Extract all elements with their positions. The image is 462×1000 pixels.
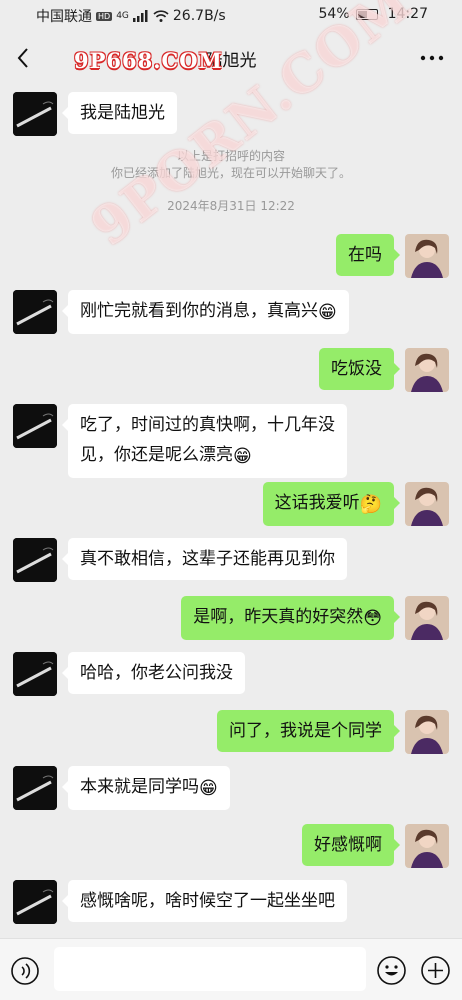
signal-icon (132, 10, 148, 22)
my-avatar[interactable] (405, 824, 449, 868)
received-message[interactable]: 我是陆旭光 (62, 92, 177, 134)
message-text: 这话我爱听 (274, 493, 360, 513)
clock: 14:27 (387, 6, 428, 22)
grin-emoji-icon: 😁 (199, 778, 218, 799)
message-text-line-1: 吃了，时间过的真快啊，十几年没 (80, 415, 335, 435)
message-text: 问了，我说是个同学 (229, 721, 382, 741)
contact-avatar[interactable] (13, 766, 57, 810)
message-text: 真不敢相信，这辈子还能再见到你 (80, 549, 335, 569)
contact-avatar[interactable] (13, 538, 57, 582)
message-text: 吃饭没 (331, 359, 382, 379)
message-text: 好感慨啊 (314, 835, 382, 855)
contact-avatar[interactable] (13, 404, 57, 448)
chat-area[interactable]: 我是陆旭光 以上是打招呼的内容 你已经添加了陆旭光，现在可以开始聊天了。 202… (0, 86, 462, 938)
plus-icon[interactable] (420, 955, 451, 986)
sent-message[interactable]: 问了，我说是个同学 (217, 710, 400, 752)
my-avatar[interactable] (405, 482, 449, 526)
hd-badge: HD (96, 11, 113, 21)
received-message[interactable]: 本来就是同学吗😁 (62, 766, 230, 810)
wifi-icon (153, 10, 169, 22)
more-icon[interactable] (418, 48, 446, 68)
received-message[interactable]: 刚忙完就看到你的消息，真高兴😁 (62, 290, 349, 334)
thinking-emoji-icon: 🤔 (359, 494, 382, 515)
message-text-line-2: 见，你还是呢么漂亮 (80, 445, 233, 465)
message-input[interactable] (54, 947, 366, 991)
page-title: 陆旭光 (205, 51, 257, 71)
contact-avatar[interactable] (13, 880, 57, 924)
contact-avatar[interactable] (13, 652, 57, 696)
message-text: 刚忙完就看到你的消息，真高兴 (80, 301, 318, 321)
watermark-logo: 9P668.COM (74, 48, 223, 73)
contact-avatar[interactable] (13, 290, 57, 334)
message-text: 在吗 (348, 245, 382, 265)
carrier-label: 中国联通 (36, 9, 92, 25)
flushed-emoji-icon: 😳 (363, 608, 382, 629)
my-avatar[interactable] (405, 348, 449, 392)
my-avatar[interactable] (405, 234, 449, 278)
system-notice: 以上是打招呼的内容 你已经添加了陆旭光，现在可以开始聊天了。 (0, 148, 462, 182)
sent-message[interactable]: 在吗 (336, 234, 400, 276)
message-text: 本来就是同学吗 (80, 777, 199, 797)
battery-percent: 54% (318, 6, 350, 22)
message-text: 哈哈，你老公问我没 (80, 663, 233, 683)
message-text: 感慨啥呢，啥时候空了一起坐坐吧 (80, 891, 335, 911)
emoji-icon[interactable] (376, 955, 407, 986)
message-text: 我是陆旭光 (80, 103, 165, 123)
sent-message[interactable]: 吃饭没 (319, 348, 400, 390)
received-message[interactable]: 感慨啥呢，啥时候空了一起坐坐吧 (62, 880, 347, 922)
grin-emoji-icon: 😁 (233, 446, 252, 467)
message-text: 是啊，昨天真的好突然 (193, 607, 364, 627)
sent-message[interactable]: 是啊，昨天真的好突然😳 (181, 596, 400, 640)
sent-message[interactable]: 好感慨啊 (302, 824, 400, 866)
greeting-line-1: 以上是打招呼的内容 (176, 149, 285, 163)
input-bar (0, 938, 462, 1000)
my-avatar[interactable] (405, 596, 449, 640)
received-message[interactable]: 吃了，时间过的真快啊，十几年没 见，你还是呢么漂亮😁 (62, 404, 347, 478)
nav-bar: 陆旭光 (0, 30, 462, 86)
voice-icon[interactable] (10, 956, 40, 986)
received-message[interactable]: 真不敢相信，这辈子还能再见到你 (62, 538, 347, 580)
network-speed: 26.7B/s (172, 8, 226, 24)
my-avatar[interactable] (405, 710, 449, 754)
contact-avatar[interactable] (13, 92, 57, 136)
grin-emoji-icon: 😁 (318, 302, 337, 323)
sent-message[interactable]: 这话我爱听🤔 (262, 482, 401, 526)
received-message[interactable]: 哈哈，你老公问我没 (62, 652, 245, 694)
status-bar: 中国联通 HD 4G 26.7B/s 54% 14:27 (0, 0, 462, 30)
battery-fill (357, 10, 367, 18)
greeting-line-2: 你已经添加了陆旭光，现在可以开始聊天了。 (110, 166, 351, 180)
network-label: 4G (116, 11, 129, 21)
battery-icon (355, 8, 378, 20)
message-timestamp: 2024年8月31日 12:22 (167, 199, 295, 213)
